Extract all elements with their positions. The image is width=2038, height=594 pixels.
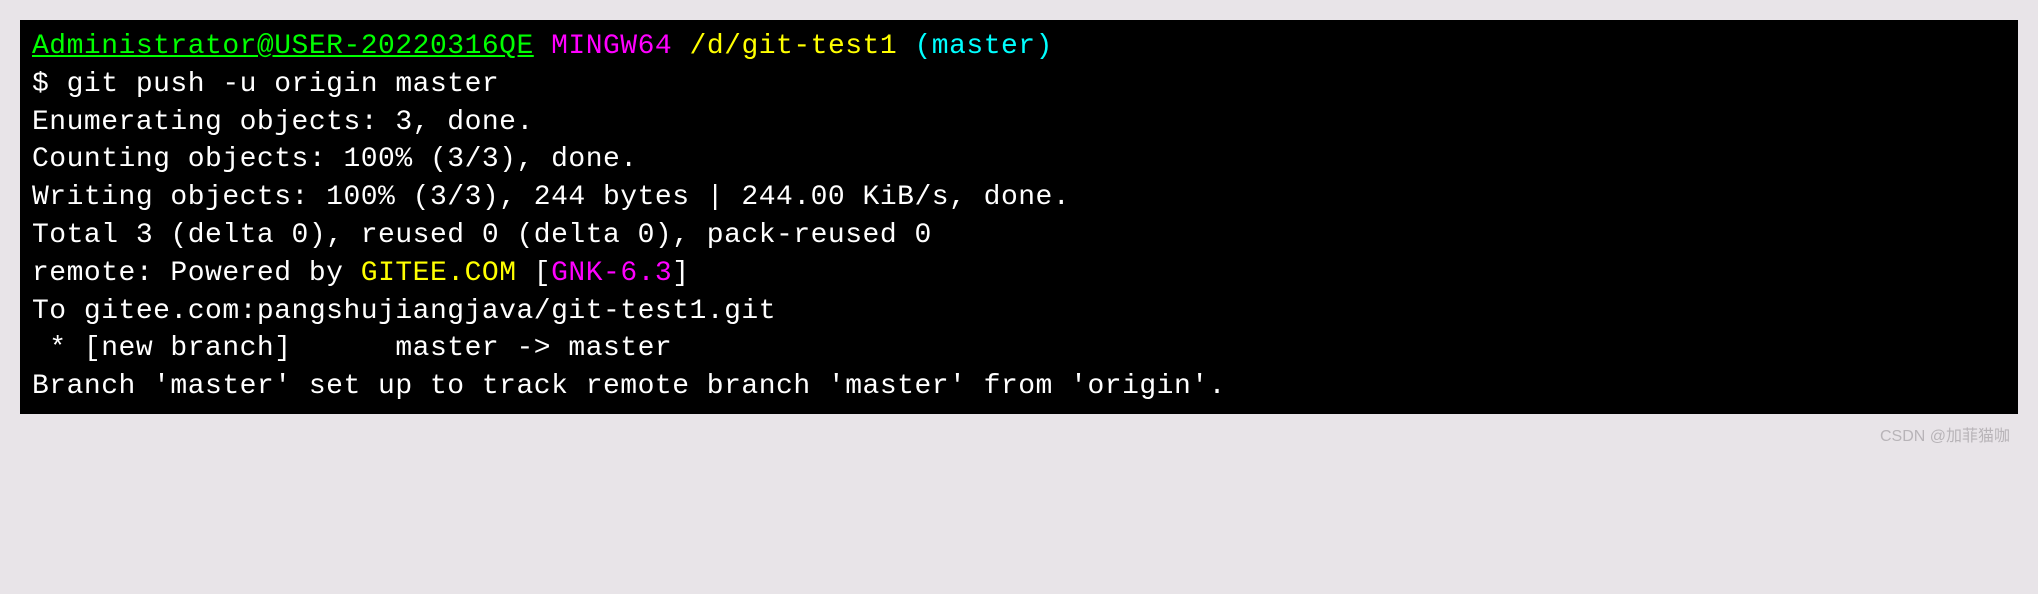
terminal-window[interactable]: Administrator@USER-20220316QE MINGW64 /d… bbox=[20, 20, 2018, 414]
output-line: Branch 'master' set up to track remote b… bbox=[32, 371, 1226, 402]
output-remote-version: GNK-6.3 bbox=[551, 258, 672, 289]
bracket-open: [ bbox=[517, 258, 552, 289]
watermark-text: CSDN @加菲猫咖 bbox=[20, 414, 2018, 446]
prompt-path: /d/git-test1 bbox=[690, 31, 898, 62]
output-remote-site: GITEE.COM bbox=[361, 258, 517, 289]
bracket-close: ] bbox=[672, 258, 689, 289]
separator bbox=[534, 31, 551, 62]
output-line: To gitee.com:pangshujiangjava/git-test1.… bbox=[32, 296, 776, 327]
separator bbox=[672, 31, 689, 62]
separator bbox=[897, 31, 914, 62]
command-symbol: $ bbox=[32, 69, 67, 100]
prompt-user-host: Administrator@USER-20220316QE bbox=[32, 31, 534, 62]
command-input[interactable]: git push -u origin master bbox=[67, 69, 500, 100]
output-remote-prefix: remote: Powered by bbox=[32, 258, 361, 289]
output-line: Counting objects: 100% (3/3), done. bbox=[32, 144, 638, 175]
output-line: Writing objects: 100% (3/3), 244 bytes |… bbox=[32, 182, 1070, 213]
prompt-branch: (master) bbox=[914, 31, 1052, 62]
output-line: * [new branch] master -> master bbox=[32, 333, 672, 364]
prompt-shell: MINGW64 bbox=[551, 31, 672, 62]
output-line: Enumerating objects: 3, done. bbox=[32, 107, 534, 138]
output-line: Total 3 (delta 0), reused 0 (delta 0), p… bbox=[32, 220, 932, 251]
